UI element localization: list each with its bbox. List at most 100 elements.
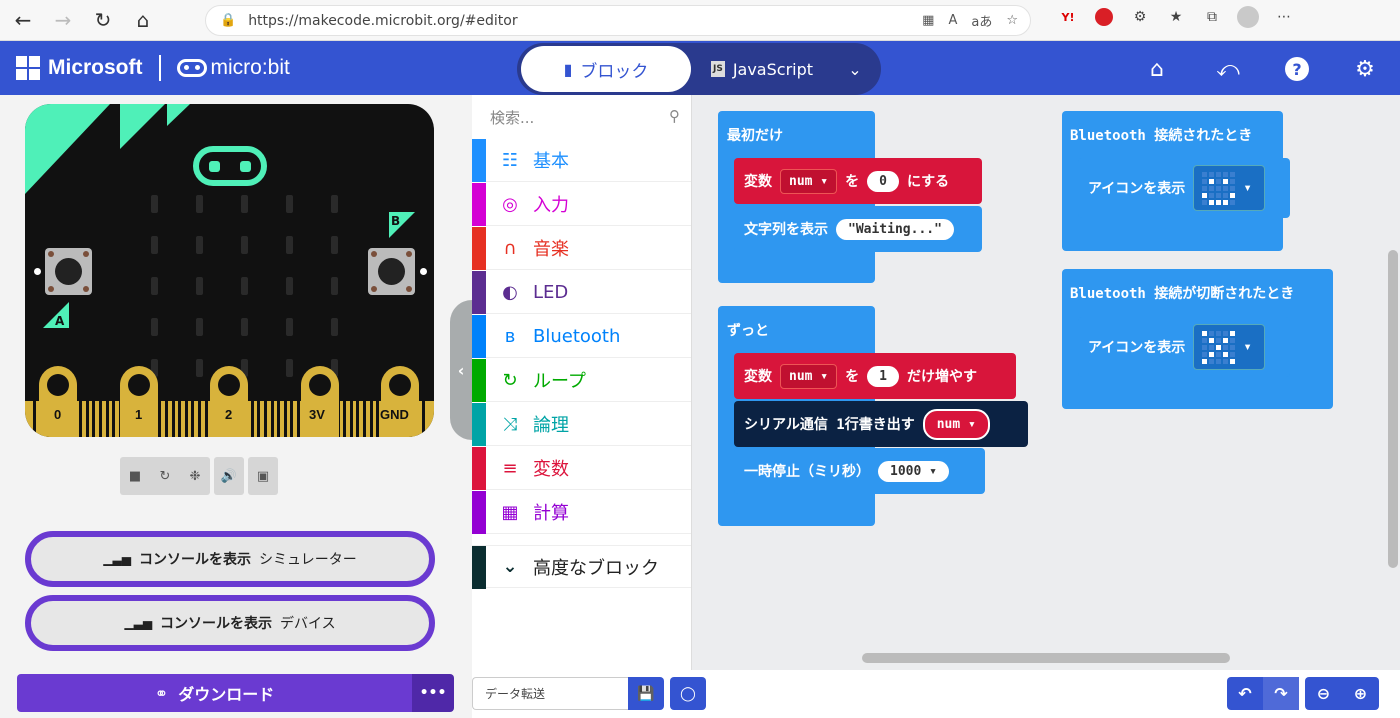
show-icon-block[interactable]: アイコンを表示 ▾ — [1078, 317, 1290, 377]
download-button[interactable]: ⚭ ダウンロード — [17, 674, 412, 712]
toolbox-search-input[interactable]: 検索... ⚲ — [490, 107, 680, 128]
back-arrow-icon[interactable]: ← — [6, 3, 40, 37]
chevron-down-icon[interactable]: ⌄ — [839, 53, 871, 85]
favorites-icon[interactable]: ★ — [1163, 4, 1189, 30]
save-icon[interactable]: 💾 — [628, 677, 664, 710]
icon-picker-dropdown[interactable]: ▾ — [1193, 324, 1266, 370]
horizontal-scrollbar[interactable] — [862, 653, 1230, 663]
profile-avatar[interactable] — [1235, 4, 1261, 30]
toolbox-category[interactable]: ◎ 入力 — [472, 183, 691, 226]
collections-icon[interactable]: ⧉ — [1199, 4, 1225, 30]
home-icon[interactable]: ⌂ — [1143, 55, 1171, 83]
debug-bug-icon[interactable]: ❉ — [180, 457, 210, 495]
download-more-button[interactable]: ••• — [412, 674, 454, 712]
serial-write-line-block[interactable]: シリアル通信 1行書き出す num ▾ — [734, 401, 1028, 447]
link-icon: ⚭ — [154, 683, 169, 703]
extensions-icon[interactable]: ⚙ — [1127, 4, 1153, 30]
stop-icon[interactable]: ■ — [120, 457, 150, 495]
toolbox-category[interactable]: ◐ LED — [472, 271, 691, 314]
toolbox-category[interactable]: ↻ ループ — [472, 359, 691, 402]
set-variable-block[interactable]: 変数 num ▾ を 0 にする — [734, 158, 982, 204]
address-bar[interactable]: 🔒 https://makecode.microbit.org/#editor … — [205, 5, 1031, 36]
app-available-icon[interactable]: ▦ — [922, 13, 934, 28]
pause-block[interactable]: 一時停止（ミリ秒） 1000 ▾ — [734, 448, 985, 494]
toolbox-category[interactable]: ⤨ 論理 — [472, 403, 691, 446]
edge-indicator — [420, 268, 427, 275]
connector-tooth — [283, 401, 287, 437]
refresh-icon[interactable]: ↻ — [86, 3, 120, 37]
set-value-input[interactable]: 0 — [867, 170, 899, 192]
change-value-input[interactable]: 1 — [867, 365, 899, 387]
brand-divider — [158, 55, 161, 81]
pin-3v[interactable] — [301, 366, 339, 437]
restart-icon[interactable]: ↻ — [150, 457, 180, 495]
tab-javascript-label: JavaScript — [732, 59, 814, 79]
fullscreen-icon[interactable]: ▣ — [248, 457, 278, 495]
button-a[interactable] — [45, 248, 92, 295]
variable-dropdown[interactable]: num ▾ — [780, 363, 838, 389]
category-label: 音楽 — [533, 239, 569, 260]
show-console-simulator-button[interactable]: ▁▃▅ コンソールを表示 シミュレーター — [25, 531, 435, 587]
pin-2[interactable] — [210, 366, 248, 437]
zoom-in-icon[interactable]: ⊕ — [1342, 677, 1379, 710]
show-console-device-button[interactable]: ▁▃▅ コンソールを表示 デバイス — [25, 595, 435, 651]
toolbox-category[interactable]: ≡ 変数 — [472, 447, 691, 490]
led-pixel — [241, 195, 248, 213]
pin-gnd[interactable] — [381, 366, 419, 437]
tab-blocks[interactable]: ▮ ブロック — [521, 46, 691, 92]
toolbox-category[interactable]: ▦ 計算 — [472, 491, 691, 534]
led-pixel — [151, 236, 158, 254]
more-menu-icon[interactable]: ⋯ — [1271, 4, 1297, 30]
volume-icon[interactable]: 🔊 — [214, 457, 244, 495]
pause-value-dropdown[interactable]: 1000 ▾ — [878, 460, 949, 482]
blocks-workspace[interactable]: 最初だけ 変数 num ▾ を 0 にする 文字列を表示 "Waiting...… — [692, 95, 1400, 670]
variable-dropdown[interactable]: num ▾ — [780, 168, 838, 194]
show-string-block[interactable]: 文字列を表示 "Waiting..." — [734, 206, 982, 252]
collapse-simulator-tab[interactable]: ‹ — [450, 300, 472, 440]
yahoo-extension-icon[interactable]: Y! — [1055, 4, 1081, 30]
no-x-icon — [1202, 330, 1236, 364]
github-icon[interactable]: ◯ — [670, 677, 706, 710]
pin-1[interactable] — [120, 366, 158, 437]
microbit-logo-touch[interactable] — [193, 146, 267, 186]
red-extension-icon[interactable] — [1091, 4, 1117, 30]
zoom-out-icon[interactable]: ⊖ — [1305, 677, 1342, 710]
share-icon[interactable]: ⤺ — [1214, 55, 1242, 83]
undo-icon[interactable]: ↶ — [1227, 677, 1263, 710]
led-pixel — [196, 359, 203, 377]
toolbox-advanced[interactable]: ⌄ 高度なブロック — [472, 545, 691, 589]
tab-javascript[interactable]: JS JavaScript — [697, 46, 827, 92]
help-icon[interactable]: ? — [1283, 55, 1311, 83]
home-icon[interactable]: ⌂ — [126, 3, 160, 37]
read-aloud-icon[interactable]: A — [948, 13, 957, 28]
led-pixel — [241, 236, 248, 254]
toolbox-category[interactable]: ʙ Bluetooth — [472, 315, 691, 358]
favorite-star-icon[interactable]: ☆ — [1006, 13, 1018, 28]
button-b[interactable] — [368, 248, 415, 295]
change-word: を — [845, 369, 860, 385]
serial-arg: num — [936, 416, 961, 432]
serial-arg-reporter[interactable]: num ▾ — [922, 408, 990, 440]
icon-picker-dropdown[interactable]: ▾ — [1193, 165, 1266, 211]
console-sim-label-bold: コンソールを表示 — [138, 552, 251, 568]
change-variable-block[interactable]: 変数 num ▾ を 1 だけ増やす — [734, 353, 1016, 399]
toolbox-category[interactable]: ☷ 基本 — [472, 139, 691, 182]
loop-icon: ↻ — [502, 369, 518, 391]
translate-icon[interactable]: aあ — [971, 11, 992, 30]
show-icon-label: アイコンを表示 — [1088, 181, 1186, 197]
project-name-input[interactable]: データ転送 — [472, 677, 628, 710]
connector-tooth — [191, 401, 195, 437]
brand[interactable]: Microsoft micro:bit — [16, 55, 290, 81]
pin-label: 0 — [54, 407, 62, 422]
show-string-label: 文字列を表示 — [744, 222, 828, 238]
toolbox-category[interactable]: ∩ 音楽 — [472, 227, 691, 270]
redo-icon[interactable]: ↷ — [1263, 677, 1299, 710]
string-value-input[interactable]: "Waiting..." — [836, 218, 954, 240]
pin-0[interactable] — [39, 366, 77, 437]
gear-icon[interactable]: ⚙ — [1351, 55, 1379, 83]
show-icon-block[interactable]: アイコンを表示 ▾ — [1078, 158, 1290, 218]
tab-blocks-label: ブロック — [580, 61, 649, 82]
forward-arrow-icon[interactable]: → — [46, 3, 80, 37]
connector-tooth — [171, 401, 175, 437]
vertical-scrollbar[interactable] — [1388, 250, 1398, 568]
